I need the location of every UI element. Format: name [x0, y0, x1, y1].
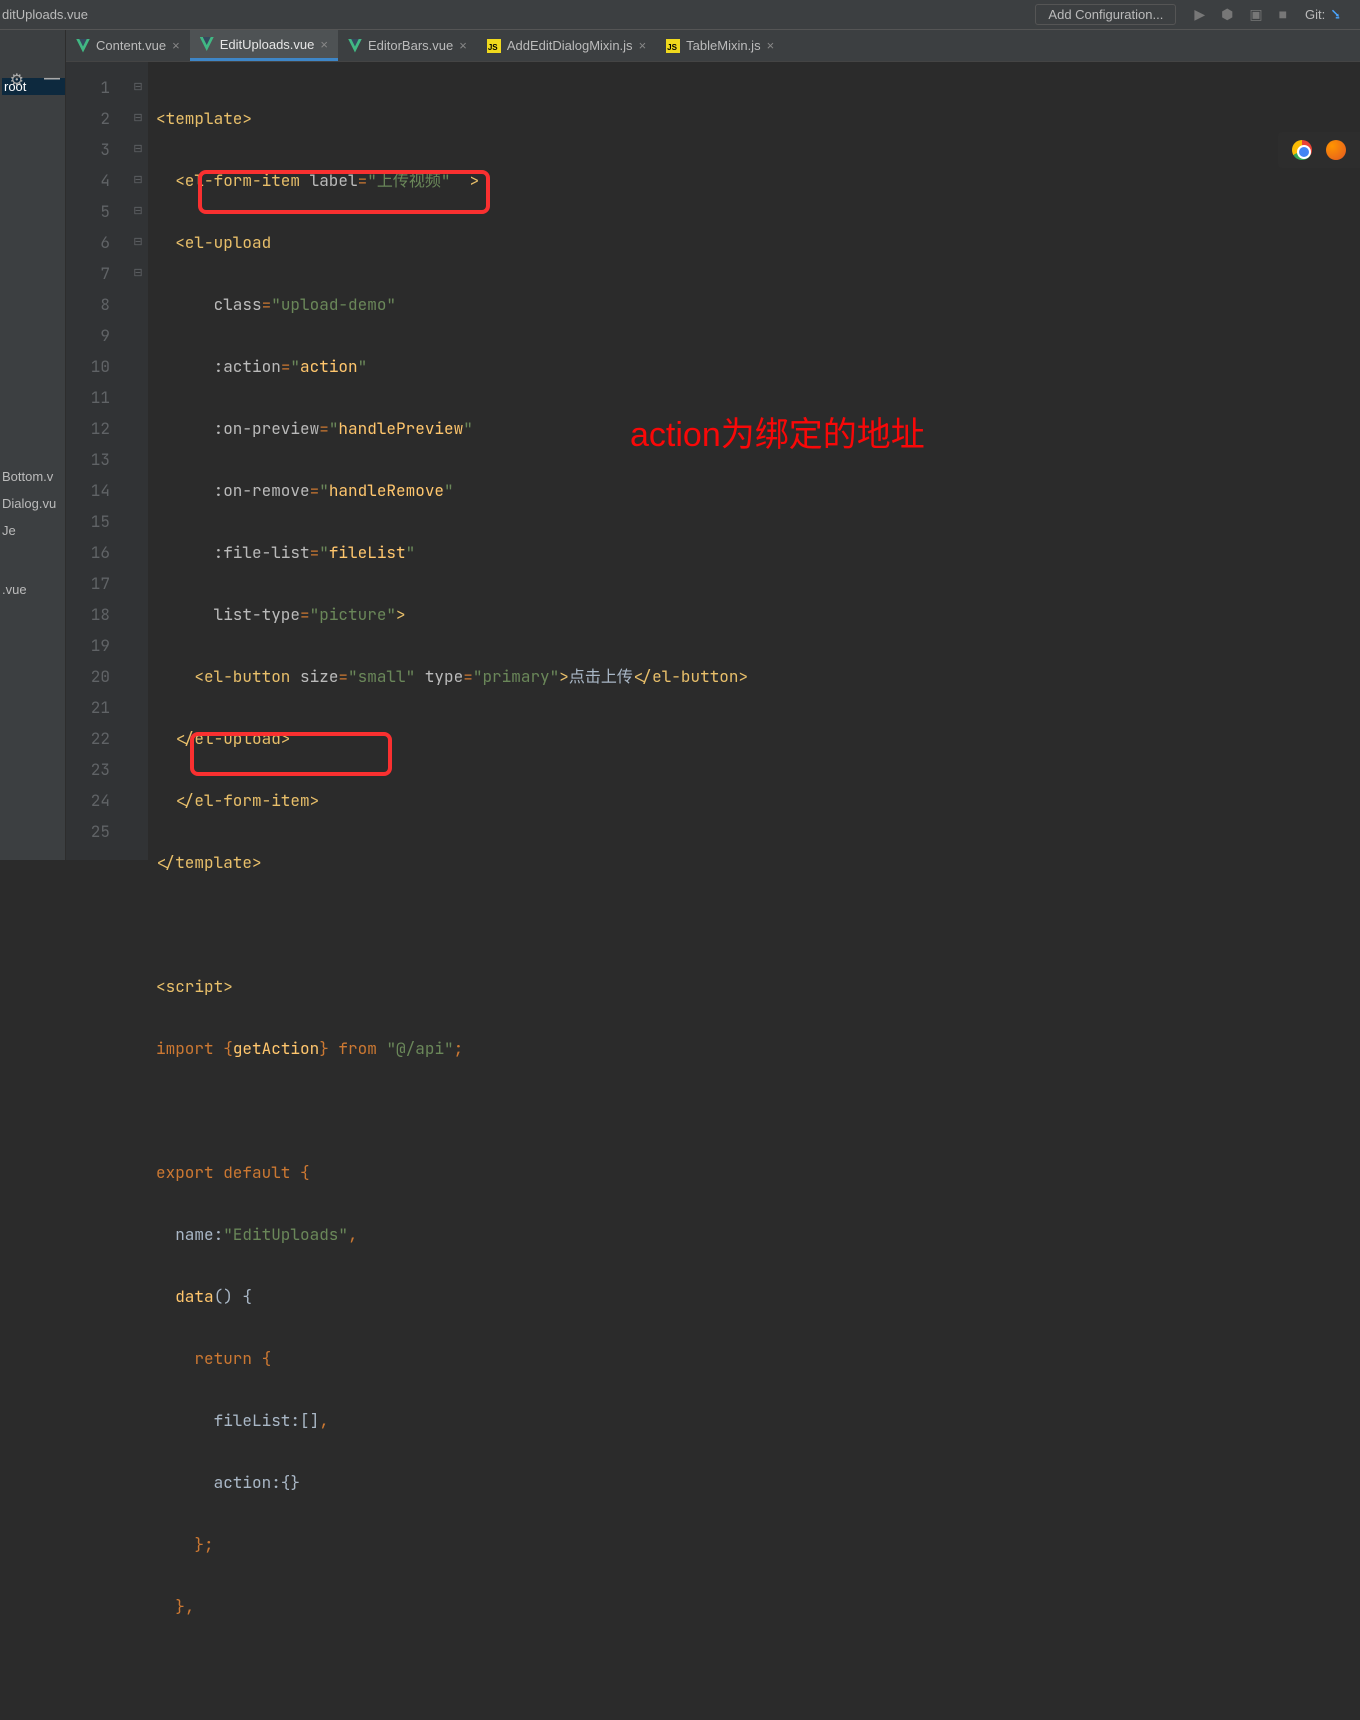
git-update-icon[interactable]: ⭸	[1331, 3, 1340, 27]
tab-addeditdialogmixin-js[interactable]: JSAddEditDialogMixin.js×	[477, 30, 656, 61]
minimize-icon[interactable]: —	[44, 70, 60, 90]
stop-icon[interactable]: ■	[1279, 6, 1287, 23]
breadcrumb: ditUploads.vue	[0, 7, 88, 22]
coverage-icon[interactable]: ▣	[1249, 6, 1262, 23]
close-icon[interactable]: ×	[320, 37, 328, 52]
line-number-gutter: 12345 678910 1112131415 1617181920 21222…	[66, 62, 128, 860]
run-icon[interactable]: ▶	[1194, 6, 1205, 23]
annotation-text: action为绑定的地址	[630, 420, 925, 451]
tab-editorbars-vue[interactable]: EditorBars.vue×	[338, 30, 477, 61]
toolbar-right: Add Configuration... ▶ ⬢ ▣ ■ Git: ⭸	[1035, 3, 1360, 27]
sidebar-item-file[interactable]: Bottom.v	[2, 469, 65, 484]
close-icon[interactable]: ×	[459, 38, 467, 53]
tab-edituploads-vue[interactable]: EditUploads.vue×	[190, 30, 338, 61]
sidebar-items: root Bottom.v Dialog.vu Je .vue	[0, 78, 65, 597]
top-toolbar: ditUploads.vue Add Configuration... ▶ ⬢ …	[0, 0, 1360, 30]
vue-icon	[348, 39, 362, 53]
close-icon[interactable]: ×	[639, 38, 647, 53]
editor-tabs: Content.vue× EditUploads.vue× EditorBars…	[66, 30, 1360, 62]
fold-column: ⊟⊟⊟⊟⊟⊟⊟	[128, 62, 148, 860]
sidebar-item-file[interactable]: Dialog.vu	[2, 496, 65, 511]
close-icon[interactable]: ×	[767, 38, 775, 53]
run-icons-group: ▶ ⬢ ▣ ■	[1194, 6, 1287, 23]
gear-icon[interactable]: ⚙	[10, 70, 24, 90]
project-sidebar: ⚙ — root Bottom.v Dialog.vu Je .vue	[0, 30, 66, 860]
sidebar-item-file[interactable]: Je	[2, 523, 65, 538]
add-configuration-button[interactable]: Add Configuration...	[1035, 4, 1176, 25]
git-label: Git: ⭸	[1305, 3, 1340, 27]
debug-icon[interactable]: ⬢	[1221, 6, 1233, 23]
browser-preview-bar	[1278, 132, 1360, 168]
js-icon: JS	[487, 39, 501, 53]
tab-tablemixin-js[interactable]: JSTableMixin.js×	[656, 30, 784, 61]
git-text: Git:	[1305, 7, 1325, 22]
sidebar-tools: ⚙ —	[0, 60, 66, 100]
js-icon: JS	[666, 39, 680, 53]
vue-icon	[200, 37, 214, 51]
firefox-icon[interactable]	[1326, 140, 1346, 160]
code-editor[interactable]: 12345 678910 1112131415 1617181920 21222…	[66, 62, 1360, 860]
code-content[interactable]: <template> <el-form-item label="上传视频" > …	[148, 62, 1360, 860]
sidebar-item-file[interactable]: .vue	[2, 582, 65, 597]
vue-icon	[76, 39, 90, 53]
close-icon[interactable]: ×	[172, 38, 180, 53]
chrome-icon[interactable]	[1292, 140, 1312, 160]
tab-content-vue[interactable]: Content.vue×	[66, 30, 190, 61]
